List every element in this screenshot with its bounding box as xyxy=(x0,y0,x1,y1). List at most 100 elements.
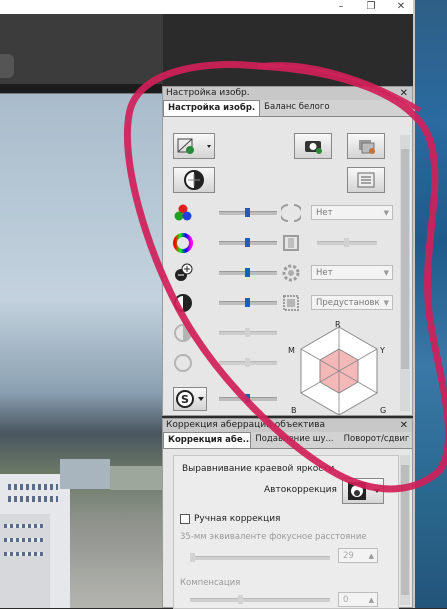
hex-label-y: Y xyxy=(379,346,385,355)
dropdown-2[interactable]: Нет ▼ xyxy=(311,265,393,280)
lens-correction-panel: Коррекция аберраций объектива ✕ Коррекци… xyxy=(162,418,413,609)
window-titlebar: – ❐ ✕ xyxy=(0,0,415,14)
focal-length-input: 29 ▲ xyxy=(338,548,378,563)
focal-length-value: 29 xyxy=(343,551,354,561)
camera-settings-button[interactable] xyxy=(294,133,332,159)
hue-slider[interactable] xyxy=(219,238,277,247)
tab-rotate[interactable]: Поворот/сдвиг xyxy=(340,432,412,448)
disabled-tone-icon xyxy=(173,323,193,343)
main-toolbar xyxy=(0,14,163,84)
tab-white-balance[interactable]: Баланс белого xyxy=(260,100,333,116)
lens-icon xyxy=(279,203,303,223)
grid-icon xyxy=(281,293,301,313)
hex-label-b: B xyxy=(291,406,297,415)
compensation-label: Компенсация xyxy=(180,578,241,588)
image-adjust-panel: Настройка изобр. ✕ Настройка изобр. Бала… xyxy=(162,86,413,416)
hex-label-g: G xyxy=(380,406,386,415)
right-slider-a-thumb xyxy=(344,238,349,247)
s-profile-button[interactable]: S xyxy=(173,387,207,411)
compensation-slider xyxy=(190,595,330,604)
compensation-value: 0 xyxy=(343,595,349,605)
color-saturation-slider-thumb[interactable] xyxy=(245,208,250,217)
maximize-button[interactable]: ❐ xyxy=(357,0,385,14)
contrast-icon xyxy=(173,293,193,313)
hue-wheel-icon xyxy=(173,233,193,253)
disabled-sharpness-icon xyxy=(173,353,193,373)
s-icon: S xyxy=(176,390,204,408)
dropdown-1[interactable]: Нет ▼ xyxy=(311,205,393,220)
disabled-slider-a xyxy=(219,328,277,337)
chevron-down-icon: ▼ xyxy=(383,269,389,277)
camera-icon xyxy=(305,141,322,154)
image-header xyxy=(0,84,162,94)
panel-header: Коррекция аберраций объектива ✕ xyxy=(163,419,412,432)
dropdown-3[interactable]: Предустановк ▼ xyxy=(311,295,393,310)
manual-correction-checkbox[interactable] xyxy=(180,514,190,524)
disabled-slider-a-thumb xyxy=(245,328,250,337)
compensation-slider-thumb xyxy=(238,595,243,604)
tab-aberration[interactable]: Коррекция абе... xyxy=(163,432,252,448)
brightness-slider-thumb[interactable] xyxy=(245,268,250,277)
list-view-button[interactable] xyxy=(347,167,385,193)
panel-header: Настройка изобр. ✕ xyxy=(163,87,412,100)
chevron-down-icon: ▼ xyxy=(383,299,389,307)
disabled-slider-b xyxy=(219,358,277,367)
lens-brightness-icon xyxy=(348,482,380,500)
section-title: Выравнивание краевой яркости xyxy=(182,464,335,474)
lens-tabs: Коррекция абе... Подавление шу... Поворо… xyxy=(163,432,412,449)
auto-correction-label: Автокоррекция xyxy=(264,485,337,495)
auto-correction-button[interactable] xyxy=(342,478,384,504)
close-icon[interactable]: ✕ xyxy=(400,87,408,100)
contrast-slider-thumb[interactable] xyxy=(245,298,250,307)
color-saturation-slider[interactable] xyxy=(219,208,277,217)
window-controls: – ❐ ✕ xyxy=(327,0,415,14)
background-sea xyxy=(415,0,447,608)
picture-style-icon xyxy=(177,138,211,154)
s-row-slider-thumb[interactable] xyxy=(245,394,250,403)
panel-title: Коррекция аберраций объектива xyxy=(166,420,326,430)
focal-length-slider-thumb xyxy=(190,553,195,562)
tab-noise[interactable]: Подавление шу... xyxy=(251,432,339,448)
right-slider-a xyxy=(317,238,377,247)
minimize-button[interactable]: – xyxy=(327,0,355,14)
peripheral-section: Выравнивание краевой яркости Автокоррекц… xyxy=(173,455,399,609)
picture-style-button[interactable] xyxy=(173,133,215,159)
dropdown-3-value: Предустановк xyxy=(316,298,380,308)
adjust-tabs: Настройка изобр. Баланс белого xyxy=(163,100,412,117)
focal-length-label: 35-мм эквиваленте фокусное расстояние xyxy=(180,532,367,542)
photo-preview[interactable] xyxy=(0,94,162,608)
brightness-plus-minus-icon xyxy=(173,263,193,283)
lens-scrollbar-thumb[interactable] xyxy=(401,465,409,595)
tone-curve-button[interactable] xyxy=(173,167,215,193)
color-rgb-icon xyxy=(173,203,193,223)
copy-icon xyxy=(359,140,375,154)
close-window-button[interactable]: ✕ xyxy=(387,0,415,14)
focal-length-slider xyxy=(190,553,330,562)
film-icon xyxy=(281,233,301,253)
hex-label-r: R xyxy=(335,320,341,329)
close-icon[interactable]: ✕ xyxy=(400,419,408,432)
disabled-slider-b-thumb xyxy=(245,358,250,367)
lens-scrollbar[interactable] xyxy=(400,455,410,605)
panel-title: Настройка изобр. xyxy=(166,88,250,98)
hex-label-m: M xyxy=(288,346,295,355)
tone-curve-icon xyxy=(184,170,204,190)
spinner-icon: ▲ xyxy=(368,596,374,604)
panel-scrollbar-thumb[interactable] xyxy=(401,149,409,369)
copy-settings-button[interactable] xyxy=(347,133,385,159)
contrast-slider[interactable] xyxy=(219,298,277,307)
hue-slider-thumb[interactable] xyxy=(245,238,250,247)
brightness-slider[interactable] xyxy=(219,268,277,277)
dropdown-2-value: Нет xyxy=(316,268,333,278)
spinner-icon: ▲ xyxy=(368,552,374,560)
dropdown-1-value: Нет xyxy=(316,208,333,218)
toolbar-scroll-button[interactable] xyxy=(0,54,14,78)
s-row-slider[interactable] xyxy=(219,394,277,403)
compensation-input: 0 ▲ xyxy=(338,592,378,607)
hexagon-color-chart[interactable]: R M Y B G xyxy=(283,319,399,415)
tab-image-adjust[interactable]: Настройка изобр. xyxy=(163,100,261,116)
panel-scrollbar[interactable] xyxy=(400,135,410,411)
list-icon xyxy=(357,172,375,188)
chevron-down-icon: ▼ xyxy=(383,209,389,217)
gear-dial-icon xyxy=(281,263,301,283)
